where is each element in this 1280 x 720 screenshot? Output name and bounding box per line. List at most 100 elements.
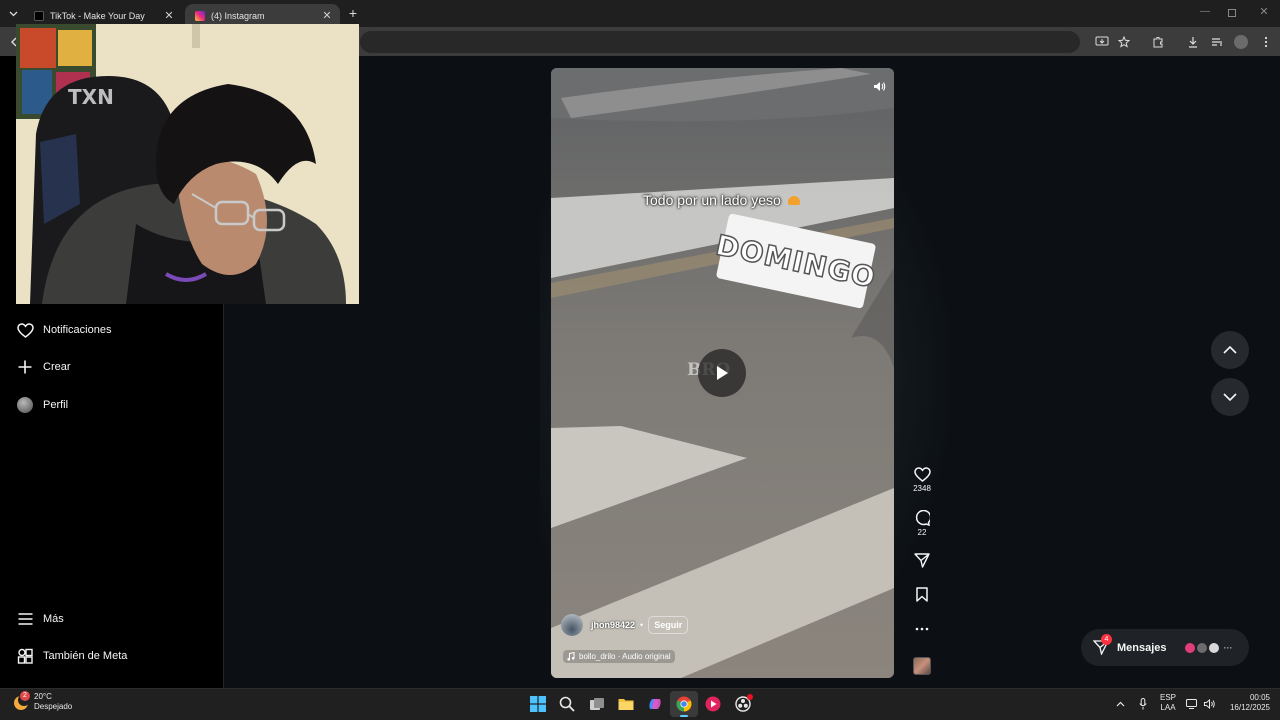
tiktok-icon <box>34 10 44 21</box>
more-options-action[interactable] <box>910 627 934 631</box>
like-action[interactable]: 2348 <box>910 467 934 493</box>
comment-count: 22 <box>917 528 927 537</box>
microphone-button[interactable] <box>1136 697 1150 711</box>
comment-icon <box>915 510 930 526</box>
comment-action[interactable]: 22 <box>910 510 934 537</box>
bookmark-icon <box>916 587 928 602</box>
recording-dot <box>747 694 753 700</box>
clock-time: 00:05 <box>1249 693 1270 702</box>
copilot-icon <box>649 699 661 709</box>
avatar <box>1206 640 1221 655</box>
search-icon <box>559 696 575 712</box>
play-icon <box>717 366 728 380</box>
chair-logo-text: TXN <box>68 85 114 109</box>
next-reel-button[interactable] <box>1211 378 1249 416</box>
heart-icon <box>16 321 34 339</box>
follow-button[interactable]: Seguir <box>648 616 689 634</box>
taskbar-search-button[interactable] <box>557 694 577 714</box>
previous-reel-button[interactable] <box>1211 331 1249 369</box>
copilot-button[interactable] <box>645 694 665 714</box>
clock-date: 16/12/2025 <box>1229 703 1270 712</box>
sidebar-item-label: Crear <box>43 361 71 373</box>
webcam-feed: TXN <box>16 24 359 304</box>
tab-title: (4) Instagram <box>211 10 265 21</box>
address-bar[interactable] <box>360 31 1080 53</box>
chevron-down-icon <box>1223 393 1237 401</box>
browser-menu-button[interactable] <box>1257 33 1275 51</box>
weather-badge: 2 <box>20 691 30 701</box>
plus-icon <box>16 358 34 376</box>
like-count: 2348 <box>913 484 931 493</box>
save-action[interactable] <box>910 587 934 602</box>
playlist-icon <box>1212 38 1222 46</box>
quick-settings-button[interactable] <box>1186 696 1216 712</box>
sidebar-item-label: Más <box>43 613 64 625</box>
separator-dot: • <box>640 620 644 630</box>
sidebar-item-mas[interactable]: Más <box>10 601 215 637</box>
extensions-button[interactable] <box>1149 33 1167 51</box>
profile-button[interactable] <box>1232 33 1250 51</box>
play-circle-icon <box>705 696 721 712</box>
microphone-icon <box>1139 698 1147 710</box>
sidebar-item-label: Perfil <box>43 399 69 411</box>
minimize-button[interactable]: — <box>1198 6 1212 20</box>
downloads-button[interactable] <box>1184 33 1202 51</box>
avatar <box>1234 35 1248 49</box>
reel-audio[interactable]: bollo_drilo · Audio original <box>563 650 675 663</box>
weather-desc: Despejado <box>34 702 73 711</box>
bookmark-star-button[interactable] <box>1115 33 1133 51</box>
sidebar-item-perfil[interactable]: Perfil <box>10 387 215 423</box>
chrome-taskbar-button[interactable] <box>670 691 698 717</box>
sidebar-item-tambien-de-meta[interactable]: También de Meta <box>10 638 215 674</box>
puzzle-icon <box>1153 37 1163 48</box>
new-tab-button[interactable]: + <box>346 6 360 20</box>
tab-search-button[interactable] <box>6 7 20 21</box>
speaker-icon <box>873 81 885 91</box>
send-icon <box>914 553 930 568</box>
messages-badge: 4 <box>1101 633 1112 645</box>
media-player-button[interactable] <box>703 694 723 714</box>
share-action[interactable] <box>910 553 934 568</box>
sidebar-item-notificaciones[interactable]: Notificaciones <box>10 312 215 348</box>
media-controls-button[interactable] <box>1208 33 1226 51</box>
recent-chats-avatars: ··· <box>1182 640 1233 655</box>
reel-username[interactable]: jhon98422 <box>591 620 635 630</box>
close-icon[interactable]: ✕ <box>162 9 176 23</box>
task-view-icon <box>590 698 604 710</box>
windows-icon <box>530 696 546 712</box>
sidebar-item-crear[interactable]: Crear <box>10 349 215 385</box>
start-button[interactable] <box>528 694 548 714</box>
star-icon <box>1118 36 1130 48</box>
audio-thumbnail[interactable] <box>913 657 931 675</box>
music-note-icon <box>567 652 575 661</box>
obs-button[interactable] <box>733 694 753 714</box>
input-language-button[interactable]: ESP LAA <box>1155 693 1181 713</box>
messages-button[interactable]: 4 Mensajes ··· <box>1081 629 1249 666</box>
sidebar-item-label: Notificaciones <box>43 324 112 336</box>
avatar[interactable] <box>561 614 583 636</box>
close-icon[interactable]: ✕ <box>320 9 334 23</box>
show-hidden-icons-button[interactable] <box>1113 697 1127 711</box>
chrome-icon <box>676 696 692 712</box>
chevron-down-icon <box>9 11 17 17</box>
instagram-icon <box>195 10 205 21</box>
emoji-icon <box>787 196 800 205</box>
heart-icon <box>913 467 931 482</box>
mute-button[interactable] <box>869 76 889 96</box>
play-button[interactable] <box>698 349 746 397</box>
audio-label: bollo_drilo · Audio original <box>579 652 671 661</box>
volume-icon <box>1204 699 1215 709</box>
close-window-button[interactable]: ✕ <box>1257 5 1271 19</box>
install-app-button[interactable] <box>1093 33 1111 51</box>
reel-video[interactable]: Todo por un lado yeso DOMINGO BRO jhon98… <box>551 68 894 678</box>
task-view-button[interactable] <box>587 694 607 714</box>
install-icon <box>1095 36 1109 46</box>
weather-widget[interactable]: 2 20°C Despejado <box>12 691 73 712</box>
chevron-up-icon <box>1223 346 1237 354</box>
tab-title: TikTok - Make Your Day <box>50 10 145 21</box>
folder-icon <box>618 699 634 710</box>
restore-button[interactable] <box>1228 9 1236 17</box>
file-explorer-button[interactable] <box>616 694 636 714</box>
sidebar-item-label: También de Meta <box>43 650 128 662</box>
clock[interactable]: 00:05 16/12/2025 <box>1222 693 1270 713</box>
